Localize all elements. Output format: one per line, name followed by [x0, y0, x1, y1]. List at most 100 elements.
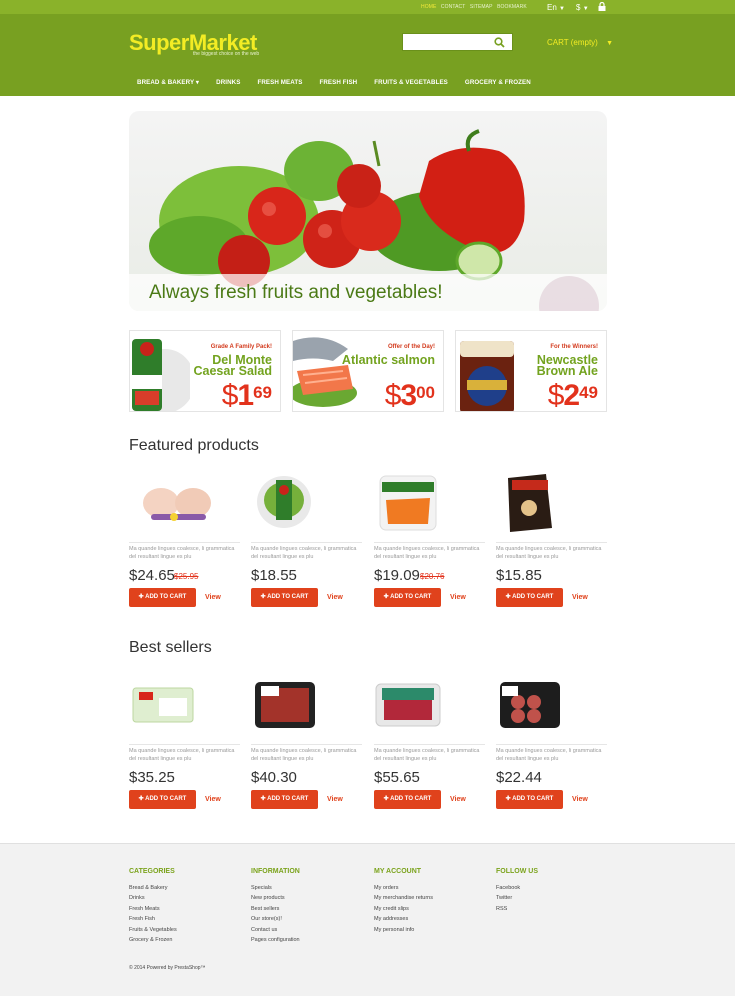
- promo-price: $300: [384, 379, 435, 412]
- add-to-cart-button[interactable]: ✚ ADD TO CART: [251, 588, 318, 607]
- language-selector[interactable]: En ▼: [547, 3, 565, 12]
- footer-link[interactable]: New products: [251, 893, 300, 903]
- product-price: $35.25: [129, 769, 175, 786]
- bestsellers-title: Best sellers: [129, 639, 212, 656]
- promo-tag: Grade A Family Pack!: [210, 344, 272, 350]
- product-description: Ma quande lingues coalesce, li grammatic…: [251, 748, 357, 762]
- salad-bowl-image[interactable]: [251, 470, 362, 540]
- product-price: $55.65: [374, 769, 420, 786]
- promo-banner-ale[interactable]: For the Winners! Newcastle Brown Ale $24…: [455, 330, 607, 412]
- hero-banner[interactable]: Always fresh fruits and vegetables!: [129, 111, 607, 311]
- view-link[interactable]: View: [205, 594, 221, 601]
- promo-banner-salad[interactable]: Grade A Family Pack! Del Monte Caesar Sa…: [129, 330, 281, 412]
- sausage-tray-image[interactable]: [496, 672, 607, 742]
- product-description: Ma quande lingues coalesce, li grammatic…: [374, 546, 480, 560]
- footer-link[interactable]: Pages configuration: [251, 935, 300, 945]
- footer-link[interactable]: My personal info: [374, 925, 433, 935]
- add-to-cart-button[interactable]: ✚ ADD TO CART: [496, 790, 563, 809]
- promo-price-dollars: 1: [237, 379, 254, 412]
- promo-price-dollars: 2: [563, 379, 580, 412]
- header: SuperMarket the biggest choice on the we…: [0, 14, 735, 96]
- footer-link[interactable]: Contact us: [251, 925, 300, 935]
- footer-follow: FOLLOW US Facebook Twitter RSS: [496, 868, 538, 914]
- footer-link[interactable]: My addresses: [374, 914, 433, 924]
- meat-tray-image[interactable]: [251, 672, 362, 742]
- add-to-cart-button[interactable]: ✚ ADD TO CART: [129, 588, 196, 607]
- cart-button[interactable]: CART (empty) ▼: [547, 38, 613, 47]
- top-link-sitemap[interactable]: SITEMAP: [470, 4, 493, 10]
- view-link[interactable]: View: [327, 796, 343, 803]
- top-link-contact[interactable]: CONTACT: [441, 4, 466, 10]
- nav-item-fresh-fish[interactable]: FRESH FISH: [319, 79, 357, 86]
- nav-item-fruits-vegetables[interactable]: FRUITS & VEGETABLES: [374, 79, 448, 86]
- nav-item-bread-bakery[interactable]: BREAD & BAKERY ▾: [137, 79, 199, 86]
- add-to-cart-button[interactable]: ✚ ADD TO CART: [496, 588, 563, 607]
- footer-link[interactable]: My credit slips: [374, 904, 433, 914]
- footer-link-rss[interactable]: RSS: [496, 904, 538, 914]
- nav-item-fresh-meats[interactable]: FRESH MEATS: [257, 79, 302, 86]
- currency-selector[interactable]: $ ▼: [576, 3, 589, 12]
- add-to-cart-button[interactable]: ✚ ADD TO CART: [129, 790, 196, 809]
- button-label: ADD TO CART: [390, 594, 432, 600]
- dessert-box-image[interactable]: [496, 470, 607, 540]
- tagline: the biggest choice on the web: [193, 51, 260, 57]
- footer-heading: MY ACCOUNT: [374, 868, 422, 875]
- view-link[interactable]: View: [572, 594, 588, 601]
- promo-banner-salmon[interactable]: Offer of the Day! Atlantic salmon $300: [292, 330, 444, 412]
- top-link-home[interactable]: HOME: [421, 4, 436, 10]
- nav-label: BREAD & BAKERY: [137, 79, 195, 86]
- search-icon[interactable]: [494, 37, 505, 48]
- product-description: Ma quande lingues coalesce, li grammatic…: [251, 546, 357, 560]
- footer-heading: CATEGORIES: [129, 868, 175, 875]
- product-price: $24.65: [129, 567, 175, 584]
- copyright: © 2014 Powered by PrestaShop™: [129, 965, 206, 971]
- product-description: Ma quande lingues coalesce, li grammatic…: [496, 546, 602, 560]
- chevron-down-icon: ▾: [195, 79, 200, 86]
- add-to-cart-button[interactable]: ✚ ADD TO CART: [374, 588, 441, 607]
- divider: [374, 542, 485, 543]
- carrots-bag-image[interactable]: [374, 470, 485, 540]
- add-to-cart-button[interactable]: ✚ ADD TO CART: [251, 790, 318, 809]
- footer-link[interactable]: My merchandise returns: [374, 893, 433, 903]
- view-link[interactable]: View: [450, 796, 466, 803]
- chicken-image[interactable]: [129, 470, 240, 540]
- view-link[interactable]: View: [450, 594, 466, 601]
- search-input[interactable]: [402, 33, 513, 51]
- footer-link[interactable]: Grocery & Frozen: [129, 935, 177, 945]
- footer-link[interactable]: Fresh Meats: [129, 904, 177, 914]
- steak-tray-image[interactable]: [374, 672, 485, 742]
- product-price: $15.85: [496, 567, 542, 584]
- footer-link[interactable]: Drinks: [129, 893, 177, 903]
- top-link-bookmark[interactable]: BOOKMARK: [497, 4, 527, 10]
- footer-link-twitter[interactable]: Twitter: [496, 893, 538, 903]
- promo-name: Del Monte Caesar Salad: [193, 353, 272, 378]
- featured-title: Featured products: [129, 437, 259, 454]
- language-value: En: [547, 3, 557, 12]
- view-link[interactable]: View: [572, 796, 588, 803]
- product-card: Ma quande lingues coalesce, li grammatic…: [374, 470, 485, 620]
- product-card: Ma quande lingues coalesce, li grammatic…: [129, 672, 240, 822]
- footer-link[interactable]: Best sellers: [251, 904, 300, 914]
- nav-item-drinks[interactable]: DRINKS: [216, 79, 240, 86]
- footer-information: INFORMATION Specials New products Best s…: [251, 868, 300, 945]
- footer-link[interactable]: Specials: [251, 883, 300, 893]
- lock-icon[interactable]: [598, 1, 606, 13]
- currency-value: $: [576, 3, 581, 12]
- view-link[interactable]: View: [327, 594, 343, 601]
- product-description: Ma quande lingues coalesce, li grammatic…: [374, 748, 480, 762]
- food-pack-image[interactable]: [129, 672, 240, 742]
- product-old-price: $20.76: [420, 572, 445, 581]
- footer-link[interactable]: My orders: [374, 883, 433, 893]
- button-label: ADD TO CART: [512, 796, 554, 802]
- view-link[interactable]: View: [205, 796, 221, 803]
- footer-link[interactable]: Bread & Bakery: [129, 883, 177, 893]
- nav-item-grocery-frozen[interactable]: GROCERY & FROZEN: [465, 79, 531, 86]
- footer: CATEGORIES Bread & Bakery Drinks Fresh M…: [0, 843, 735, 996]
- footer-link[interactable]: Fruits & Vegetables: [129, 925, 177, 935]
- footer-link[interactable]: Fresh Fish: [129, 914, 177, 924]
- footer-link-facebook[interactable]: Facebook: [496, 883, 538, 893]
- footer-link[interactable]: Our store(s)!: [251, 914, 300, 924]
- divider: [129, 542, 240, 543]
- add-to-cart-button[interactable]: ✚ ADD TO CART: [374, 790, 441, 809]
- promo-price: $169: [221, 379, 272, 412]
